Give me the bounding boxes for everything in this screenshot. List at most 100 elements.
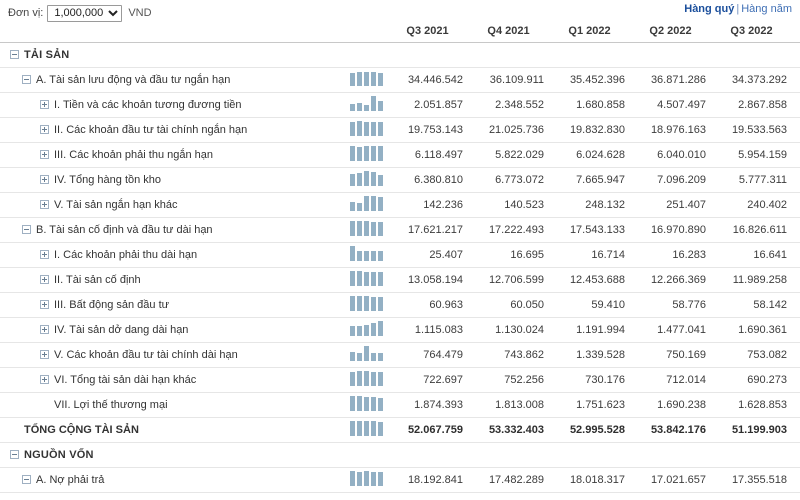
sparkline-bar [364,420,369,436]
sparkline-bar [357,270,362,286]
value-cell: 12.266.369 [635,267,716,293]
row-label: V. Các khoản đầu tư tài chính dài hạn [54,348,238,361]
expand-icon[interactable] [40,300,49,309]
expand-icon[interactable] [40,125,49,134]
sparkline-bar [364,104,369,111]
sparkline-cell [348,442,392,468]
sparkline-chart [350,220,386,236]
sparkline-bar [350,201,355,211]
row-label: VI. Tổng tài sản dài hạn khác [54,373,197,386]
sparkline-bar [357,370,362,386]
value-cell: 19.533.563 [716,117,797,143]
value-cell: 1.130.024 [473,317,554,343]
sparkline-chart [350,470,386,486]
value-cell: 17.482.289 [473,467,554,493]
sparkline-bar [364,71,369,86]
sparkline-bar [371,271,376,286]
unit-select[interactable]: 1,000,000 [47,4,123,22]
value-cell [716,442,797,468]
table-header: Q3 2021 Q4 2021 Q1 2022 Q2 2022 Q3 2022 [0,22,800,43]
expand-icon[interactable] [40,100,49,109]
expand-icon[interactable] [40,200,49,209]
sparkline-bar [357,471,362,486]
row-label-cell: NGUỒN VỐN [0,442,348,468]
table-row: IV. Tài sản dở dang dài hạn 1.115.083 1.13… [0,317,800,343]
table-row: VII. Lợi thế thương mại 1.874.393 1.813.00… [0,392,800,418]
sparkline-bar [350,351,355,361]
collapse-icon[interactable] [22,475,31,484]
sparkline-bar [378,371,383,386]
row-label-cell: TỔNG CỘNG TÀI SẢN [0,417,348,443]
collapse-icon[interactable] [10,50,19,59]
row-label-cell: B. Tài sản cố định và đầu tư dài hạn [0,217,348,243]
collapse-icon[interactable] [22,225,31,234]
table-row: VI. Tổng tài sản dài hạn khác 722.697 752.… [0,367,800,393]
sparkline-bar [371,71,376,86]
value-cell: 1.751.623 [554,392,635,418]
value-cell: 6.380.810 [392,167,473,193]
sparkline-bar [378,271,383,286]
row-label-cell: VII. Lợi thế thương mại [0,392,348,418]
sparkline-bar [371,221,376,236]
sparkline-bar [378,421,383,436]
sparkline-bar [378,100,383,111]
value-cell [473,42,554,68]
sparkline-chart [350,71,386,86]
sparkline-cell [348,317,392,343]
sparkline-chart [350,195,386,211]
value-cell: 743.862 [473,342,554,368]
link-annual[interactable]: Hàng năm [741,3,792,15]
sparkline-bar [350,103,355,111]
sparkline-cell [348,67,392,93]
expand-icon[interactable] [40,375,49,384]
row-label: I. Các khoản phải thu dài hạn [54,248,198,261]
value-cell: 142.236 [392,192,473,218]
sparkline-bar [350,121,355,136]
link-quarterly[interactable]: Hàng quý [684,3,734,15]
expand-icon[interactable] [40,250,49,259]
sparkline-bar [371,121,376,136]
value-cell: 17.222.493 [473,217,554,243]
sparkline-bar [357,352,362,361]
expand-icon[interactable] [40,325,49,334]
row-label: TỔNG CỘNG TÀI SẢN [24,423,139,436]
sparkline-bar [378,397,383,411]
sparkline-cell [348,342,392,368]
value-cell: 6.040.010 [635,142,716,168]
value-cell: 17.021.657 [635,467,716,493]
row-label: V. Tài sản ngắn hạn khác [54,198,178,211]
expand-icon[interactable] [40,350,49,359]
sparkline-bar [364,295,369,311]
sparkline-bar [350,371,355,386]
sparkline-bar [357,172,362,186]
value-cell: 7.096.209 [635,167,716,193]
value-cell: 764.479 [392,342,473,368]
sparkline-chart [350,245,386,261]
expand-icon[interactable] [40,175,49,184]
sparkline-bar [350,220,355,236]
value-cell: 753.082 [716,342,797,368]
collapse-icon[interactable] [22,75,31,84]
expand-icon[interactable] [40,150,49,159]
sparkline-cell [348,242,392,268]
sparkline-bar [357,295,362,311]
period-toggle-links: Hàng quý | Hàng năm [684,3,792,15]
sparkline-bar [371,145,376,161]
row-label-cell: I. Các khoản phải thu dài hạn [0,242,348,268]
period-separator: | [736,3,740,15]
collapse-icon[interactable] [10,450,19,459]
table-body: TẢI SẢN A. Tài sản lưu động và đầu tư ngắ… [0,42,800,493]
header-label-col [0,22,348,43]
sparkline-cell [348,42,392,68]
row-label: TẢI SẢN [24,48,70,61]
value-cell: 34.373.292 [716,67,797,93]
sparkline-bar [371,95,376,111]
sparkline-bar [350,420,355,436]
row-label-cell: I. Tiền và các khoản tương đương tiền [0,92,348,118]
expand-icon[interactable] [40,275,49,284]
sparkline-bar [357,325,362,336]
sparkline-bar [364,271,369,286]
table-row: III. Các khoản phải thu ngắn hạn 6.118.49… [0,142,800,168]
sparkline-chart [350,395,386,411]
row-label: IV. Tổng hàng tồn kho [54,173,162,186]
